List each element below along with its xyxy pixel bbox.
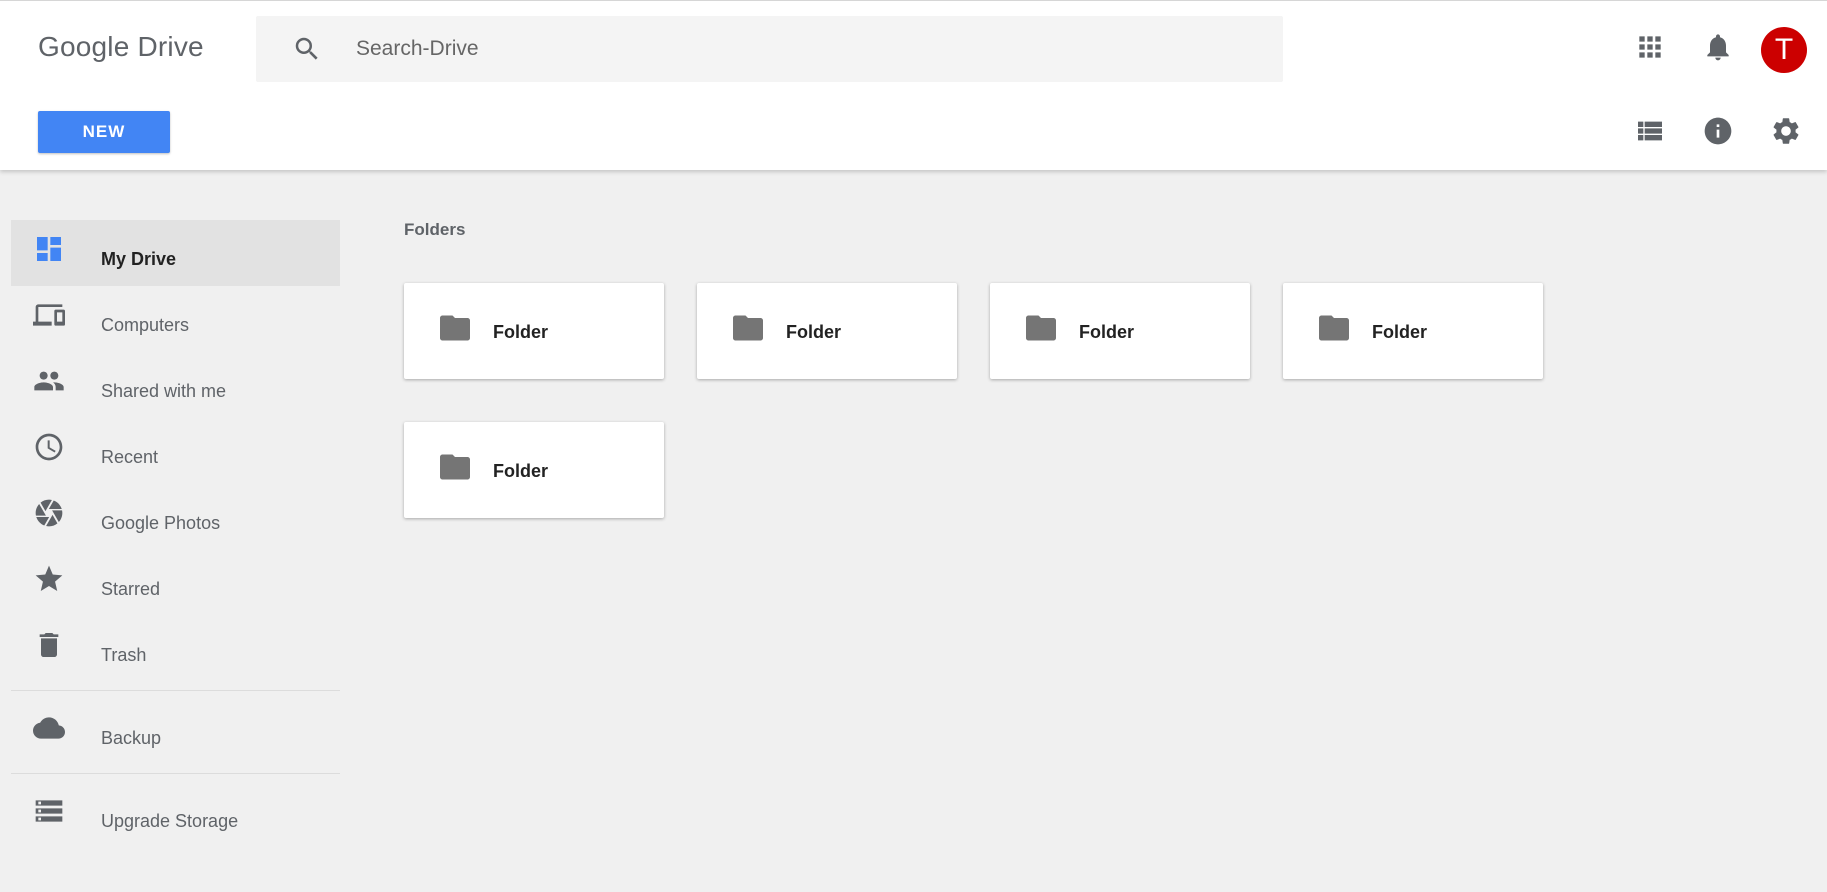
people-icon <box>34 371 64 391</box>
settings-gear-icon[interactable] <box>1770 115 1802 147</box>
sidebar-item-my-drive[interactable]: My Drive <box>11 220 340 286</box>
clock-icon <box>35 433 63 461</box>
folder-icon <box>440 315 470 341</box>
search-icon[interactable] <box>292 34 322 64</box>
sidebar-item-label: My Drive <box>101 249 177 269</box>
sidebar-item-label: Trash <box>101 645 147 665</box>
search-box[interactable] <box>256 16 1283 82</box>
storage-icon <box>35 800 63 822</box>
folder-name: Folder <box>1372 322 1428 342</box>
photos-icon <box>35 499 63 527</box>
account-avatar[interactable]: T <box>1761 27 1807 73</box>
sidebar-item-label: Computers <box>101 315 190 335</box>
sidebar-item-computers[interactable]: Computers <box>11 286 340 352</box>
sidebar-item-trash[interactable]: Trash <box>11 616 340 682</box>
top-bar: Google Drive T NEW <box>0 0 1827 170</box>
sidebar-divider <box>11 773 340 774</box>
sidebar-item-backup[interactable]: Backup <box>11 699 340 765</box>
my-drive-icon <box>37 237 61 261</box>
folder-name: Folder <box>1079 322 1135 342</box>
folder-card[interactable]: Folder <box>404 422 664 518</box>
folder-icon <box>733 315 763 341</box>
folder-name: Folder <box>493 322 549 342</box>
list-view-icon[interactable] <box>1634 115 1666 147</box>
search-input[interactable] <box>356 16 1256 82</box>
folder-icon <box>440 454 470 480</box>
sidebar-item-recent[interactable]: Recent <box>11 418 340 484</box>
folder-card[interactable]: Folder <box>697 283 957 379</box>
section-title-folders: Folders <box>404 220 466 239</box>
sidebar: My Drive Computers Shared with me Recent… <box>11 220 340 848</box>
folder-card[interactable]: Folder <box>1283 283 1543 379</box>
new-button[interactable]: NEW <box>38 111 170 153</box>
sidebar-item-label: Upgrade Storage <box>101 811 239 831</box>
sidebar-item-label: Starred <box>101 579 161 599</box>
sidebar-item-label: Shared with me <box>101 381 227 401</box>
sidebar-item-upgrade-storage[interactable]: Upgrade Storage <box>11 782 340 848</box>
sidebar-item-starred[interactable]: Starred <box>11 550 340 616</box>
sidebar-item-label: Recent <box>101 447 159 467</box>
sidebar-item-label: Google Photos <box>101 513 221 533</box>
computers-icon <box>33 304 65 326</box>
folder-name: Folder <box>493 461 549 481</box>
sidebar-item-google-photos[interactable]: Google Photos <box>11 484 340 550</box>
star-icon <box>35 565 63 591</box>
folder-name: Folder <box>786 322 842 342</box>
sidebar-item-label: Backup <box>101 728 162 748</box>
sidebar-item-shared-with-me[interactable]: Shared with me <box>11 352 340 418</box>
sidebar-divider <box>11 690 340 691</box>
app-logo[interactable]: Google Drive <box>38 31 204 63</box>
folder-icon <box>1026 315 1056 341</box>
cloud-icon <box>33 717 65 739</box>
folder-card[interactable]: Folder <box>990 283 1250 379</box>
folder-icon <box>1319 315 1349 341</box>
folder-card[interactable]: Folder <box>404 283 664 379</box>
bell-icon[interactable] <box>1702 31 1734 63</box>
apps-grid-icon[interactable] <box>1634 31 1666 63</box>
info-icon[interactable] <box>1702 115 1734 147</box>
trash-icon <box>39 633 59 657</box>
